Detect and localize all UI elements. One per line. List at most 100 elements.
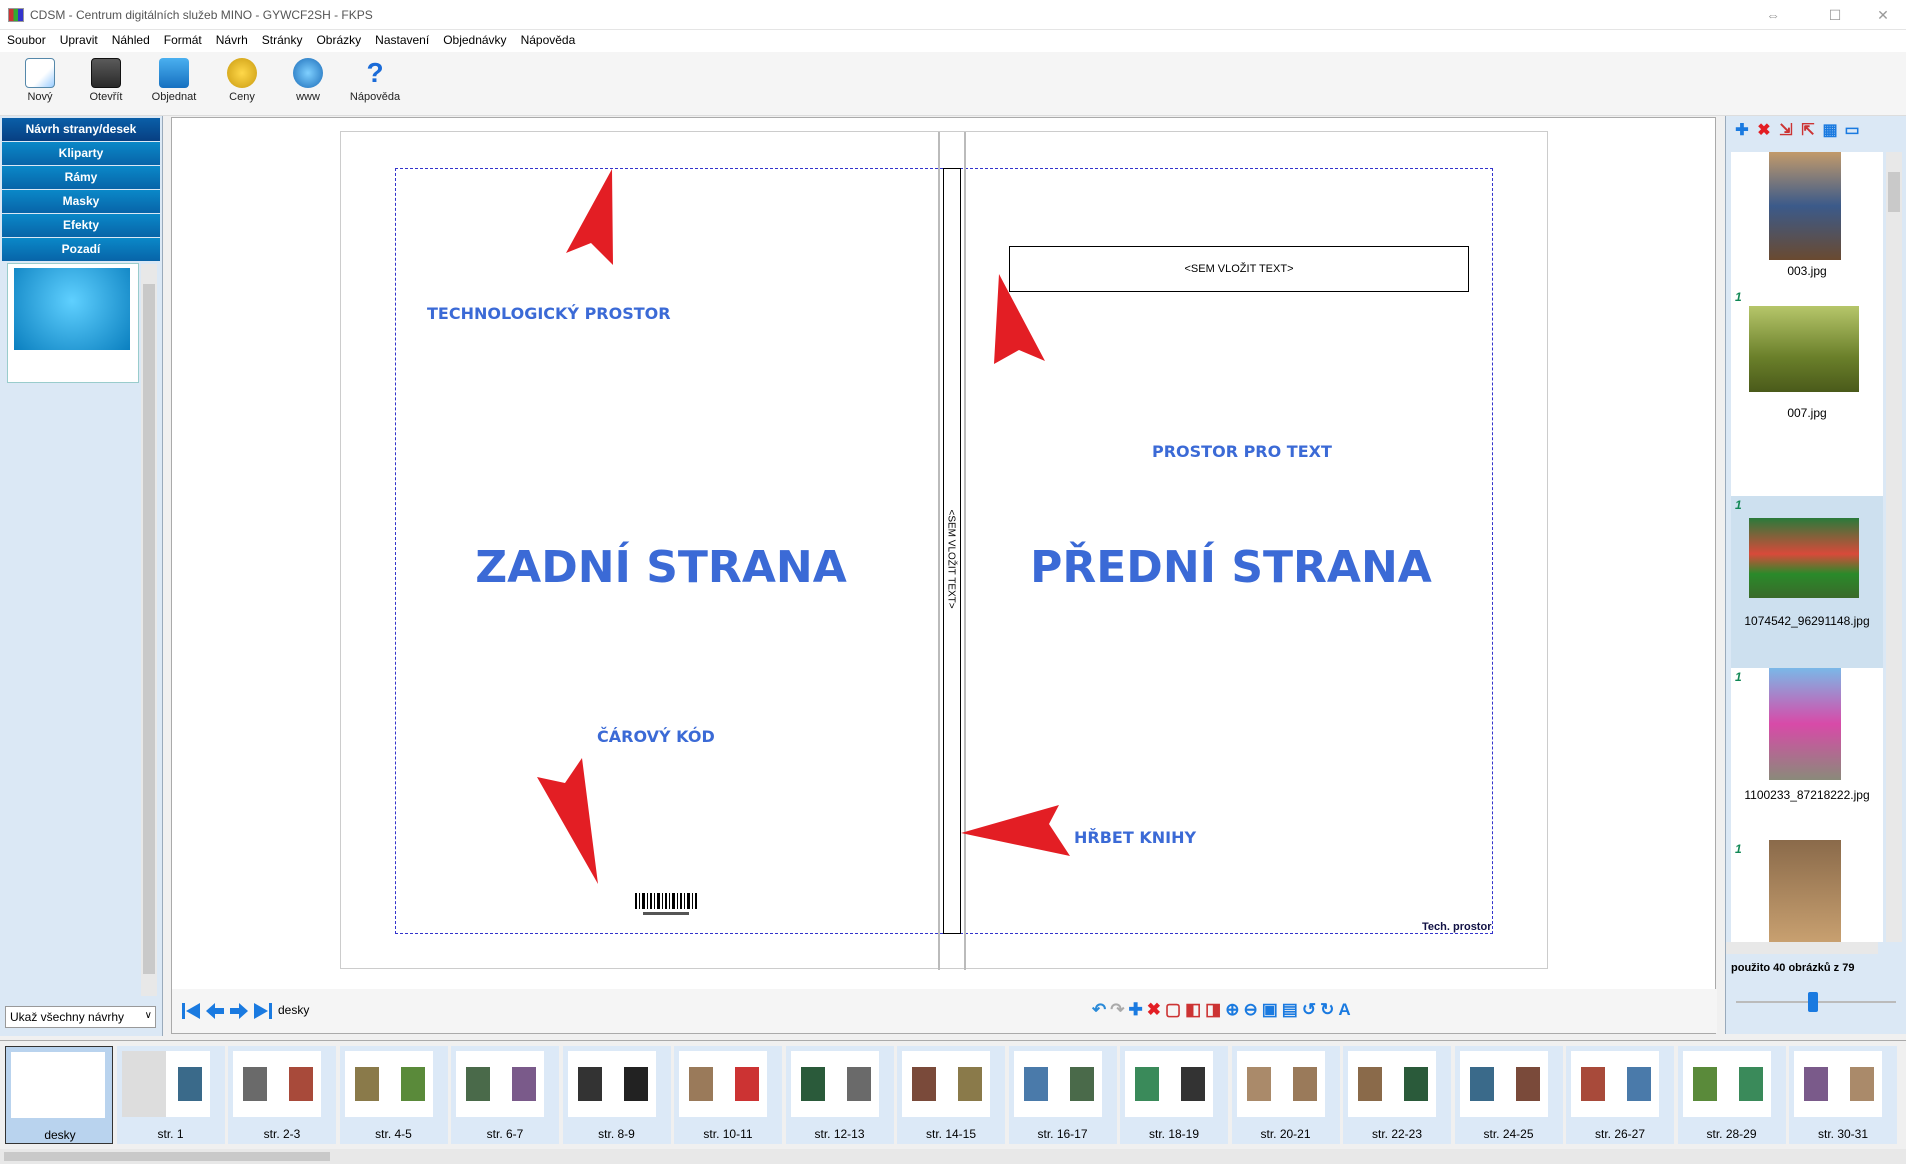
move-right-icon[interactable]: ◨ xyxy=(1205,1000,1225,1019)
spread-thumb-photo xyxy=(177,1067,202,1101)
order-button[interactable]: Objednat xyxy=(142,58,206,114)
add-icon[interactable]: ✚ xyxy=(1129,1000,1147,1019)
text-tool-icon[interactable]: A xyxy=(1338,1000,1354,1019)
rotate-left-icon[interactable]: ↺ xyxy=(1302,1000,1320,1019)
menu-soubor[interactable]: Soubor xyxy=(0,30,53,47)
thumbnail-size-slider[interactable] xyxy=(1736,992,1896,1012)
gallery-icon[interactable]: ▦ xyxy=(1819,120,1841,140)
spread-page[interactable]: str. 24-25 xyxy=(1454,1046,1563,1144)
spread-page[interactable]: str. 4-5 xyxy=(339,1046,448,1144)
undo-icon[interactable]: ↶ xyxy=(1092,1000,1110,1019)
image-item[interactable]: 1 1100233_87218222.jpg xyxy=(1731,668,1883,840)
spread-page[interactable]: str. 10-11 xyxy=(674,1046,782,1144)
spread-page[interactable]: str. 12-13 xyxy=(785,1046,894,1144)
spread-label: str. 24-25 xyxy=(1483,1127,1534,1141)
menu-navrh[interactable]: Návrh xyxy=(209,30,255,47)
menu-bar: Soubor Upravit Náhled Formát Návrh Stránky Obr… xyxy=(0,30,1906,52)
add-image-icon[interactable]: ✚ xyxy=(1731,120,1753,140)
next-page-icon[interactable] xyxy=(228,1001,250,1021)
maximize-icon[interactable]: ☐ xyxy=(1812,0,1858,30)
category-design[interactable]: Návrh strany/desek xyxy=(2,118,160,141)
image-item[interactable]: 1 1074542_96291148.jpg xyxy=(1731,496,1883,668)
spread-left-page xyxy=(1348,1051,1392,1117)
spread-right-page xyxy=(1392,1051,1436,1117)
spread-page[interactable]: str. 30-31 xyxy=(1789,1046,1897,1144)
redo-icon[interactable]: ↷ xyxy=(1110,1000,1128,1019)
insert-page-icon[interactable]: ▢ xyxy=(1165,1000,1185,1019)
spread-page[interactable]: str. 28-29 xyxy=(1677,1046,1786,1144)
move-left-icon[interactable]: ◧ xyxy=(1185,1000,1205,1019)
spread-thumb-photo xyxy=(1627,1067,1651,1101)
preview-icon[interactable]: ▤ xyxy=(1282,1000,1302,1019)
spread-thumb-photo xyxy=(1358,1067,1382,1101)
www-button[interactable]: www xyxy=(276,58,340,114)
category-background[interactable]: Pozadí xyxy=(2,238,160,261)
spread-page[interactable]: str. 8-9 xyxy=(562,1046,671,1144)
spread-page[interactable]: str. 16-17 xyxy=(1008,1046,1117,1144)
image-list-hscroll[interactable] xyxy=(1726,942,1878,954)
left-scrollbar[interactable] xyxy=(141,264,157,996)
import-icon[interactable]: ⇲ xyxy=(1775,120,1797,140)
design-thumbnail[interactable] xyxy=(7,263,139,383)
menu-nahled[interactable]: Náhled xyxy=(105,30,157,47)
category-effects[interactable]: Efekty xyxy=(2,214,160,237)
menu-nastaveni[interactable]: Nastavení xyxy=(368,30,436,47)
zoom-out-icon[interactable]: ⊖ xyxy=(1243,1000,1261,1019)
image-item[interactable]: 1 xyxy=(1731,840,1883,942)
close-icon[interactable]: ✕ xyxy=(1860,0,1906,30)
category-frames[interactable]: Rámy xyxy=(2,166,160,189)
image-list: 003.jpg 1 007.jpg 1 1074542_96291148.jpg… xyxy=(1731,152,1883,942)
spread-page[interactable]: str. 6-7 xyxy=(451,1046,559,1144)
category-masks[interactable]: Masky xyxy=(2,190,160,213)
spread-thumb-photo xyxy=(1404,1067,1428,1101)
remove-image-icon[interactable]: ✖ xyxy=(1753,120,1775,140)
spread-label: desky xyxy=(44,1128,76,1142)
spread-thumb-photo xyxy=(400,1067,425,1101)
spread-page[interactable]: str. 20-21 xyxy=(1231,1046,1340,1144)
spread-left-page xyxy=(1571,1051,1615,1117)
minimize-icon[interactable]: ⇔ xyxy=(1750,0,1796,30)
cover-page[interactable]: <SEM VLOŽIT TEXT> <SEM VLOŽIT TEXT> ZADN… xyxy=(340,131,1548,970)
spread-strip-scrollbar[interactable] xyxy=(0,1149,1906,1164)
last-page-icon[interactable] xyxy=(252,1001,274,1021)
menu-napoveda[interactable]: Nápověda xyxy=(514,30,583,47)
fit-icon[interactable]: ▣ xyxy=(1262,1000,1282,1019)
prev-page-icon[interactable] xyxy=(204,1001,226,1021)
prices-button[interactable]: Ceny xyxy=(210,58,274,114)
spread-thumb-photo xyxy=(1246,1067,1271,1101)
spread-page[interactable]: str. 26-27 xyxy=(1566,1046,1674,1144)
show-all-designs-select[interactable]: Ukaž všechny návrhy ∨ xyxy=(5,1006,156,1028)
right-scrollbar[interactable] xyxy=(1886,152,1902,942)
menu-format[interactable]: Formát xyxy=(157,30,209,47)
rotate-right-icon[interactable]: ↻ xyxy=(1320,1000,1338,1019)
spread-page[interactable]: str. 2-3 xyxy=(228,1046,336,1144)
menu-upravit[interactable]: Upravit xyxy=(53,30,105,47)
arrow-tech-space xyxy=(566,169,613,265)
delete-icon[interactable]: ✖ xyxy=(1147,1000,1165,1019)
menu-stranky[interactable]: Stránky xyxy=(255,30,310,47)
spread-page[interactable]: str. 1 xyxy=(116,1046,225,1144)
spread-cover[interactable]: desky xyxy=(5,1046,113,1144)
spread-page[interactable]: str. 14-15 xyxy=(897,1046,1005,1144)
photo-003 xyxy=(1769,152,1841,260)
menu-objednavky[interactable]: Objednávky xyxy=(436,30,513,47)
spread-right-page xyxy=(946,1051,990,1117)
spread-left-page xyxy=(1459,1051,1504,1117)
spread-right-page xyxy=(277,1051,321,1117)
slider-thumb[interactable] xyxy=(1808,992,1818,1012)
help-button[interactable]: ? Nápověda xyxy=(343,58,407,114)
spread-right-page xyxy=(1280,1051,1325,1117)
export-icon[interactable]: ⇱ xyxy=(1797,120,1819,140)
computer-icon[interactable]: ▭ xyxy=(1841,120,1863,140)
new-button[interactable]: Nový xyxy=(8,58,72,114)
zoom-in-icon[interactable]: ⊕ xyxy=(1225,1000,1243,1019)
image-item[interactable]: 1 007.jpg xyxy=(1731,288,1883,460)
category-cliparts[interactable]: Kliparty xyxy=(2,142,160,165)
spread-page[interactable]: str. 22-23 xyxy=(1343,1046,1451,1144)
first-page-icon[interactable] xyxy=(180,1001,202,1021)
menu-obrazky[interactable]: Obrázky xyxy=(309,30,368,47)
open-button[interactable]: Otevřít xyxy=(74,58,138,114)
spread-thumb-photo xyxy=(1469,1067,1494,1101)
spread-thumb-photo xyxy=(243,1067,267,1101)
spread-page[interactable]: str. 18-19 xyxy=(1120,1046,1228,1144)
